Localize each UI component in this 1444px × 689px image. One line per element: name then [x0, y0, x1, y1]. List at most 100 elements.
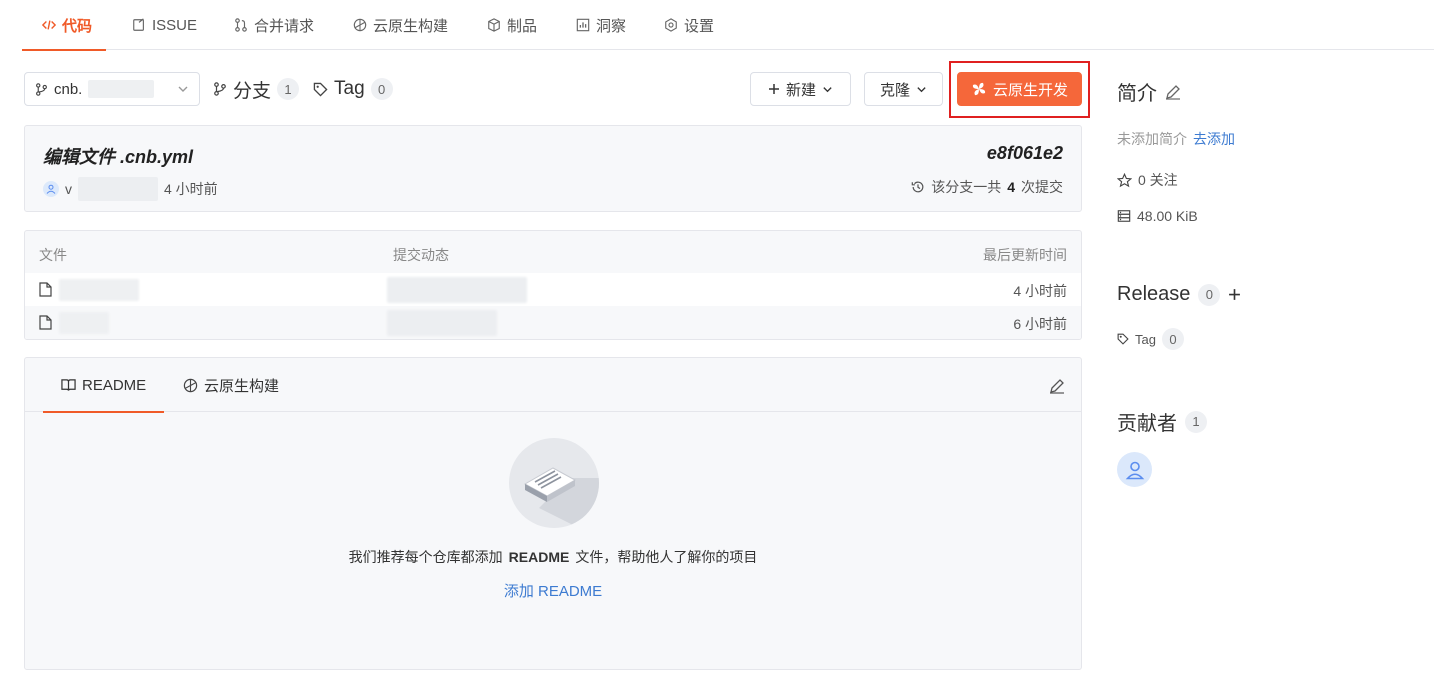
release-tag-count: 0: [1161, 328, 1184, 350]
file-icon: [39, 315, 52, 330]
commit-count-value: 4: [1007, 179, 1015, 195]
release-count: 0: [1198, 283, 1221, 306]
empty-message-bold: README: [508, 549, 570, 565]
user-icon: [1125, 461, 1144, 479]
chevron-down-icon: [917, 86, 926, 92]
file-name-redacted[interactable]: [59, 312, 109, 334]
commit-count-prefix: 该分支一共: [931, 179, 1002, 195]
history-icon: [911, 181, 924, 193]
file-updated-time: 4 小时前: [1013, 283, 1067, 299]
empty-message-prefix: 我们推荐每个仓库都添加: [348, 549, 503, 565]
tab-settings[interactable]: 设置: [664, 0, 714, 50]
tab-cloud-build[interactable]: 云原生构建: [353, 0, 448, 50]
package-icon: [488, 18, 500, 32]
branches-link[interactable]: 分支 1: [213, 72, 300, 106]
no-intro-text: 未添加简介: [1117, 131, 1187, 147]
repo-nav: 代码 ISSUE 合并请求 云原生构建 制品 洞察 设置: [21, 0, 1434, 51]
commit-count[interactable]: 该分支一共 4 次提交: [911, 177, 1063, 197]
add-readme-link: 添加 README: [25, 580, 1081, 601]
tab-label: 设置: [684, 17, 715, 35]
tab-cloud-build[interactable]: 云原生构建: [183, 358, 279, 412]
stars-stat[interactable]: 0 关注: [1117, 170, 1178, 190]
new-button-label: 新建: [785, 81, 816, 99]
cloud-build-icon: [353, 18, 367, 32]
merge-request-icon: [235, 18, 247, 32]
commit-message[interactable]: 编辑文件 .cnb.yml: [43, 143, 193, 169]
release-title[interactable]: Release: [1117, 283, 1190, 306]
empty-message-suffix: 文件，帮助他人了解你的项目: [575, 549, 758, 565]
commit-time: 4 小时前: [164, 181, 218, 197]
tab-label: 合并请求: [254, 17, 315, 35]
edit-icon[interactable]: [1049, 378, 1065, 394]
new-button[interactable]: 新建: [750, 72, 851, 106]
tag-icon: [1117, 333, 1129, 345]
tab-label: 制品: [507, 17, 538, 35]
clone-button[interactable]: 克隆: [864, 72, 943, 106]
book-icon: [61, 379, 76, 391]
release-tags[interactable]: Tag 0: [1117, 328, 1184, 350]
column-header-file: 文件: [39, 247, 67, 263]
contributors-title: 贡献者: [1117, 413, 1177, 435]
author-initial: v: [65, 181, 72, 197]
tab-label: 代码: [62, 17, 93, 35]
issue-icon: [133, 18, 144, 31]
branch-icon: [36, 82, 47, 96]
tab-packages[interactable]: 制品: [487, 0, 537, 50]
commit-message-redacted[interactable]: [387, 310, 497, 336]
settings-icon: [665, 18, 677, 32]
plus-icon[interactable]: [1228, 288, 1241, 301]
chart-icon: [576, 18, 590, 32]
add-intro-link[interactable]: 去添加: [1193, 129, 1235, 149]
tab-code[interactable]: 代码: [21, 0, 107, 51]
tab-label: ISSUE: [152, 16, 198, 34]
add-readme-link-text[interactable]: 添加 README: [504, 583, 602, 600]
tab-readme[interactable]: README: [42, 358, 165, 413]
tab-readme-label: README: [82, 376, 147, 394]
tab-label: 云原生构建: [373, 17, 449, 35]
tab-insights[interactable]: 洞察: [576, 0, 626, 50]
branch-icon: [214, 82, 226, 96]
storage-icon: [1117, 210, 1131, 222]
commit-author: v 4 小时前: [43, 177, 218, 201]
tags-link[interactable]: Tag 0: [313, 72, 393, 106]
intro-title: 简介: [1117, 83, 1157, 105]
file-name-redacted[interactable]: [59, 279, 139, 301]
file-table: 文件 提交动态 最后更新时间 4 小时前 6 小时前: [24, 230, 1082, 340]
commit-count-suffix: 次提交: [1021, 179, 1063, 195]
star-icon: [1117, 172, 1132, 187]
highlight-annotation: [949, 61, 1090, 118]
user-avatar-icon[interactable]: [43, 181, 59, 197]
readme-panel: README 云原生构建 我们推荐每个仓库都添加 README 文件，帮助他人了解你…: [24, 357, 1082, 670]
tab-issue[interactable]: ISSUE: [132, 0, 197, 50]
plus-icon: [768, 84, 779, 94]
tag-count: 0: [370, 78, 393, 100]
table-row[interactable]: 4 小时前: [25, 273, 1081, 306]
size-stat: 48.00 KiB: [1117, 208, 1198, 224]
code-icon: [42, 20, 56, 30]
tag-label: Tag: [334, 78, 365, 99]
empty-readme-message: 我们推荐每个仓库都添加 README 文件，帮助他人了解你的项目: [25, 547, 1081, 567]
release-tag-label: Tag: [1135, 331, 1156, 347]
readme-tabs: README 云原生构建: [25, 358, 1081, 413]
tag-icon: [313, 82, 328, 97]
branches-count: 1: [277, 78, 300, 100]
commit-message-redacted[interactable]: [387, 277, 527, 303]
branch-selector[interactable]: cnb.: [24, 72, 200, 106]
size-text: 48.00 KiB: [1137, 208, 1198, 224]
column-header-updated: 最后更新时间: [983, 247, 1067, 263]
cloud-build-icon: [183, 378, 198, 392]
contributor-avatar[interactable]: [1117, 452, 1152, 487]
contributors-section-title: 贡献者 1: [1117, 407, 1207, 436]
intro-empty: 未添加简介 去添加: [1117, 129, 1235, 149]
empty-readme-illustration: [509, 438, 599, 528]
tab-merge-requests[interactable]: 合并请求: [234, 0, 314, 50]
tab-label: 洞察: [596, 17, 627, 35]
file-updated-time: 6 小时前: [1013, 316, 1067, 332]
branches-label: 分支: [233, 80, 272, 102]
author-name-redacted: [78, 177, 158, 201]
commit-hash[interactable]: e8f061e2: [987, 143, 1063, 164]
edit-icon[interactable]: [1165, 84, 1181, 100]
release-section-title: Release 0: [1117, 283, 1241, 306]
table-row[interactable]: 6 小时前: [25, 306, 1081, 339]
chevron-down-icon: [823, 86, 832, 92]
